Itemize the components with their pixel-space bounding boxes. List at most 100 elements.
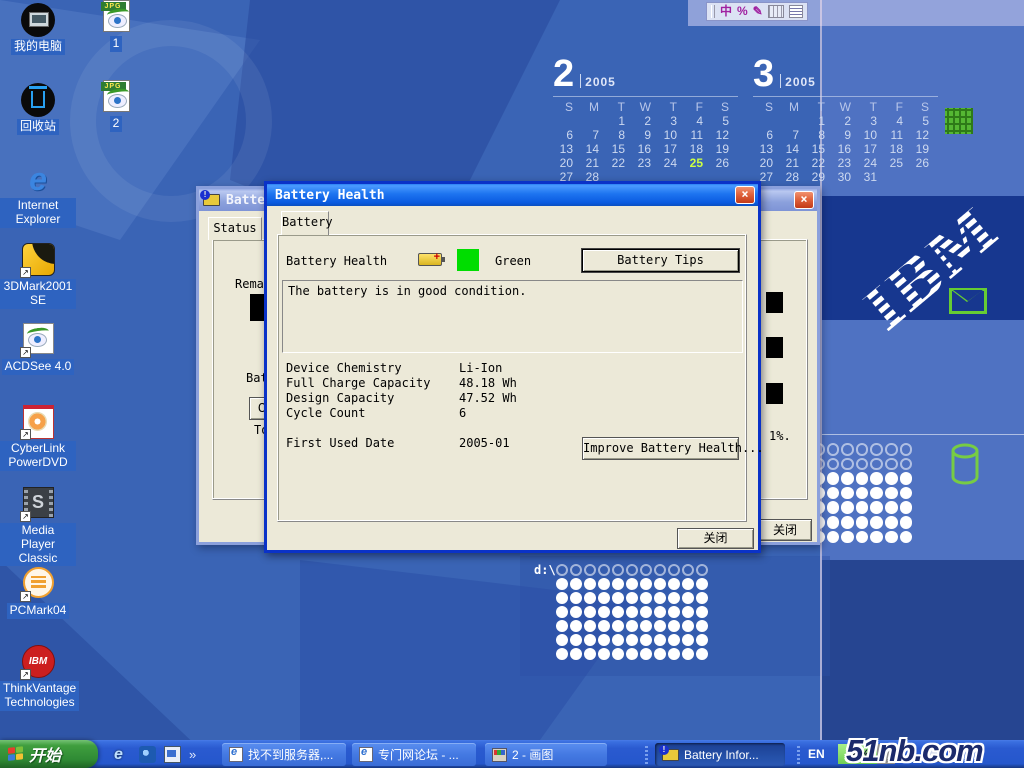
dot [682, 578, 694, 590]
dot [570, 564, 582, 576]
desktop-icon-my-computer[interactable]: 我的电脑 [0, 3, 76, 55]
calendar-grid: SMTWTFS123456789101112131415161718192021… [753, 100, 938, 184]
chevron-more-icon[interactable]: » [189, 747, 196, 762]
tab-status[interactable]: Status [208, 217, 262, 240]
calendar-day-header: S [753, 100, 779, 114]
calendar-day: 9 [831, 128, 857, 142]
start-button[interactable]: 开始 [0, 740, 98, 768]
calendar-day: 15 [805, 142, 831, 156]
dot [885, 531, 898, 544]
dot [682, 564, 694, 576]
calendar-day: 22 [605, 156, 631, 170]
dot [885, 487, 898, 500]
task-button-forum[interactable]: 专门网论坛 - ... [352, 743, 476, 766]
task-button-paint[interactable]: 2 - 画图 [485, 743, 607, 766]
calendar-day: 7 [579, 128, 605, 142]
calendar-day: 8 [605, 128, 631, 142]
ie-quicklaunch-icon[interactable]: e [114, 746, 131, 763]
desktop-icon-acdsee[interactable]: ↗ ACDSee 4.0 [0, 323, 76, 375]
task-button-server-not-found[interactable]: 找不到服务器,... [222, 743, 346, 766]
pen-icon[interactable]: ✎ [753, 3, 763, 20]
recycle-bin-icon [21, 83, 55, 117]
gauge-segment [766, 383, 783, 404]
shortcut-arrow-icon: ↗ [20, 669, 31, 680]
condition-textbox[interactable]: The battery is in good condition. [282, 280, 743, 353]
calendar-day: 25 [883, 156, 909, 170]
calendar-day: 8 [805, 128, 831, 142]
language-bar[interactable]: 中 % ✎ [706, 2, 808, 21]
calendar-year: 2005 [585, 75, 616, 89]
battery-tips-button[interactable]: Battery Tips [582, 249, 739, 272]
desktop-icon-thinkvantage[interactable]: IBM↗ ThinkVantage Technologies [0, 645, 76, 711]
show-desktop-icon[interactable] [164, 746, 181, 763]
calendar-day-header: F [683, 100, 709, 114]
language-bar-grip[interactable] [711, 5, 715, 18]
tab-battery[interactable]: Battery [281, 211, 329, 235]
calendar-day: 6 [553, 128, 579, 142]
dot [856, 472, 869, 485]
dialog-titlebar[interactable]: Battery Health × [267, 184, 758, 206]
dot [870, 501, 883, 514]
calendar-day: 18 [883, 142, 909, 156]
calendar-day: 5 [709, 114, 735, 128]
dot [682, 606, 694, 618]
calendar-separator [780, 74, 781, 88]
battery-details: Device ChemistryLi-IonFull Charge Capaci… [286, 361, 736, 421]
icon-label: PCMark04 [7, 603, 70, 619]
calendar-day [553, 114, 579, 128]
wallpaper-divider [822, 434, 1024, 435]
calendar-day-header: M [779, 100, 805, 114]
task-button-battery-information[interactable]: Battery Infor... [655, 743, 785, 766]
keyboard-icon[interactable] [768, 5, 785, 18]
dot [654, 564, 666, 576]
icon-label: 1 [110, 36, 123, 52]
close-icon[interactable]: × [735, 186, 755, 204]
desktop-icon-3dmark2001[interactable]: ↗ 3DMark2001 SE [0, 243, 76, 309]
ratio-icon[interactable]: % [737, 3, 748, 20]
calendar-day: 10 [857, 128, 883, 142]
chinese-ime-icon[interactable]: 中 [720, 3, 732, 20]
calendar-day: 7 [779, 128, 805, 142]
dot [682, 592, 694, 604]
dot [682, 648, 694, 660]
desktop-icon-jpg-1[interactable]: JPG 1 [88, 0, 144, 52]
desktop-icon-pcmark04[interactable]: ↗ PCMark04 [0, 567, 76, 619]
dot [668, 634, 680, 646]
health-status-text: Green [495, 254, 531, 268]
dot [856, 487, 869, 500]
desktop-icon-powerdvd[interactable]: ↗ CyberLink PowerDVD [0, 405, 76, 471]
browser-quicklaunch-icon[interactable] [139, 746, 156, 763]
desktop-icon-recycle-bin[interactable]: 回收站 [0, 83, 76, 135]
calendar-day-header: S [553, 100, 579, 114]
detail-label: Full Charge Capacity [286, 376, 459, 391]
menu-icon[interactable] [789, 5, 803, 18]
calendar-day-header: F [883, 100, 909, 114]
dot [626, 620, 638, 632]
calendar-day: 19 [909, 142, 935, 156]
improve-battery-health-button[interactable]: Improve Battery Health... [582, 437, 739, 460]
dot [900, 487, 913, 500]
close-button[interactable]: 关闭 [677, 528, 754, 549]
dot [640, 620, 652, 632]
dot [900, 472, 913, 485]
shortcut-arrow-icon: ↗ [20, 429, 31, 440]
calendar-month-number: 3 [753, 58, 774, 90]
dot [584, 634, 596, 646]
calendar-day: 4 [883, 114, 909, 128]
desktop-icon-internet-explorer[interactable]: e Internet Explorer [0, 162, 76, 228]
close-button[interactable]: 关闭 [758, 519, 812, 541]
detail-label: Design Capacity [286, 391, 459, 406]
desktop-icon-jpg-2[interactable]: JPG 2 [88, 80, 144, 132]
drive-label: d:\ [534, 563, 556, 577]
calendar-day-header: W [631, 100, 657, 114]
close-icon[interactable]: × [794, 191, 814, 209]
calendar-day: 9 [631, 128, 657, 142]
dot [584, 578, 596, 590]
desktop-icon-media-player-classic[interactable]: S↗ Media Player Classic [0, 487, 76, 567]
language-indicator[interactable]: EN [808, 747, 825, 761]
dot [696, 620, 708, 632]
calendar-day: 25 [683, 156, 709, 170]
calendar-day: 3 [657, 114, 683, 128]
shortcut-arrow-icon: ↗ [20, 347, 31, 358]
calendar-day: 23 [631, 156, 657, 170]
